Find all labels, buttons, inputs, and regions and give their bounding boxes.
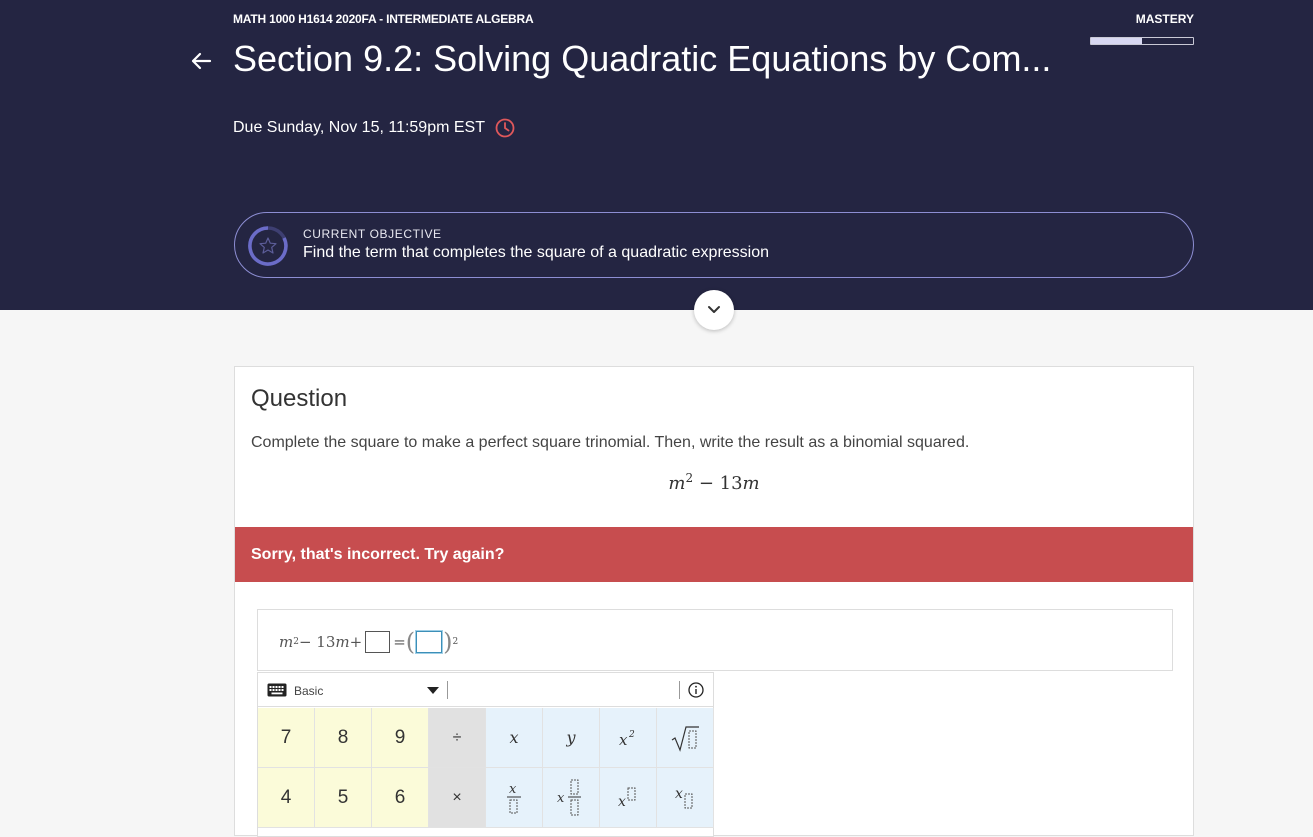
assignment-header: MATH 1000 H1614 2020FA - INTERMEDIATE AL…	[0, 0, 1313, 310]
due-date: Due Sunday, Nov 15, 11:59pm EST	[233, 118, 515, 138]
key-divide[interactable]: ÷	[429, 708, 486, 768]
key-multiply[interactable]: ×	[429, 768, 486, 828]
question-heading: Question	[251, 385, 348, 412]
key-square-root[interactable]	[657, 708, 714, 768]
binomial-input[interactable]	[416, 631, 443, 653]
question-expression: m2 − 13m	[235, 471, 1193, 494]
expr-variable: m	[668, 473, 686, 494]
x-subscript-icon: x	[675, 786, 693, 808]
course-name: MATH 1000 H1614 2020FA - INTERMEDIATE AL…	[233, 12, 534, 26]
completing-term-input[interactable]	[365, 631, 391, 653]
key-6[interactable]: 6	[372, 768, 429, 828]
incorrect-feedback-banner: Sorry, that's incorrect. Try again?	[235, 527, 1193, 582]
key-mixed-fraction[interactable]: x	[543, 768, 600, 828]
key-x-subscript[interactable]: x	[657, 768, 714, 828]
expr-term: − 13	[693, 473, 743, 494]
ans-outer-exponent: 2	[452, 637, 459, 647]
chevron-down-icon	[708, 306, 720, 313]
divider	[679, 681, 680, 699]
expr-variable-2: m	[742, 473, 760, 494]
svg-text:x: x	[618, 794, 626, 810]
key-x[interactable]: x	[486, 708, 543, 768]
key-x-squared[interactable]: x 2	[600, 708, 657, 768]
ans-variable-2: m	[335, 633, 350, 651]
svg-text:x: x	[619, 731, 628, 748]
clock-icon	[495, 118, 515, 138]
key-4[interactable]: 4	[258, 768, 315, 828]
key-x-over-box[interactable]: x	[486, 768, 543, 828]
mastery-progress-bar	[1090, 37, 1194, 45]
due-date-text: Due Sunday, Nov 15, 11:59pm EST	[233, 119, 485, 136]
key-5[interactable]: 5	[315, 768, 372, 828]
keypad-mode-select[interactable]: Basic	[294, 684, 323, 698]
keypad-keys: 7 8 9 ÷ x y x 2 4 5 6 × x x x x	[258, 708, 714, 828]
fraction-icon: x	[507, 782, 521, 813]
mastery-label: MASTERY	[1135, 12, 1194, 26]
square-root-icon	[671, 725, 699, 752]
x-power-icon: x	[618, 787, 636, 810]
key-x-power[interactable]: x	[600, 768, 657, 828]
open-paren: (	[405, 628, 416, 656]
back-arrow-icon[interactable]	[186, 46, 216, 76]
ans-equals: =	[393, 633, 406, 651]
svg-text:x: x	[557, 791, 565, 806]
current-objective-panel: CURRENT OBJECTIVE Find the term that com…	[234, 212, 1194, 278]
mixed-fraction-icon: x	[557, 779, 581, 815]
answer-expression: m2 − 13 m + = () 2	[279, 628, 458, 656]
objective-text: Find the term that completes the square …	[303, 244, 770, 261]
divider	[447, 681, 448, 699]
expr-exponent: 2	[685, 471, 694, 485]
ans-term: − 13	[298, 633, 336, 651]
svg-text:x: x	[675, 786, 683, 802]
page-title: Section 9.2: Solving Quadratic Equations…	[233, 38, 1052, 79]
ans-variable: m	[279, 633, 294, 651]
key-7[interactable]: 7	[258, 708, 315, 768]
ans-plus: +	[349, 633, 363, 651]
close-paren: )	[443, 628, 453, 656]
question-prompt: Complete the square to make a perfect sq…	[251, 434, 970, 451]
key-8[interactable]: 8	[315, 708, 372, 768]
dropdown-caret-icon[interactable]	[427, 687, 439, 694]
keypad-toolbar: Basic	[258, 673, 713, 707]
math-keypad: Basic 7 8 9 ÷ x y x 2 4 5 6 × x x x x	[257, 672, 714, 837]
keyboard-icon[interactable]	[267, 683, 287, 697]
key-y[interactable]: y	[543, 708, 600, 768]
question-card: Question Complete the square to make a p…	[234, 366, 1194, 837]
info-icon[interactable]	[688, 682, 704, 698]
mastery-progress-fill	[1091, 38, 1142, 44]
objective-kicker: CURRENT OBJECTIVE	[303, 227, 442, 241]
expand-objective-button[interactable]	[694, 290, 734, 330]
svg-text:x: x	[509, 782, 517, 797]
objective-progress-star-icon	[248, 226, 288, 266]
x-squared-icon: x 2	[619, 730, 635, 748]
svg-text:2: 2	[628, 730, 635, 740]
key-9[interactable]: 9	[372, 708, 429, 768]
answer-field[interactable]: m2 − 13 m + = () 2	[257, 609, 1173, 671]
